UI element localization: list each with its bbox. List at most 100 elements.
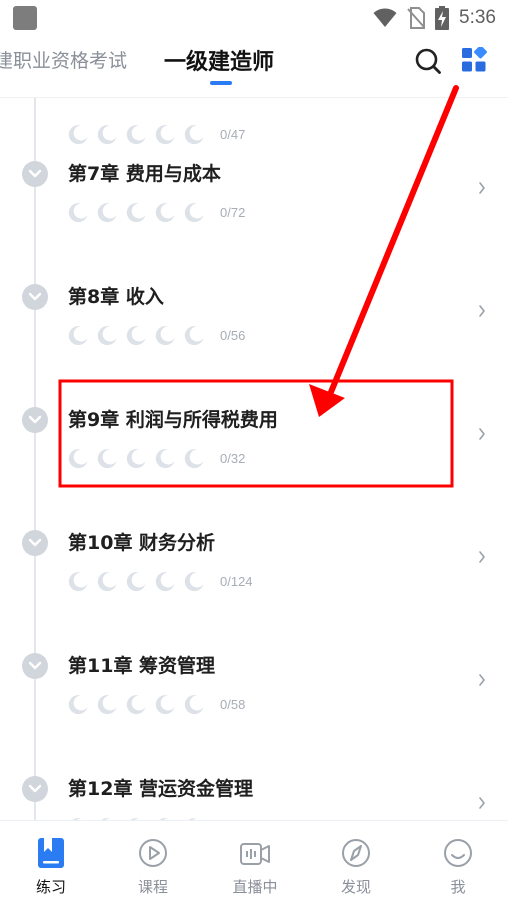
chapter-question-count: 0/72 (220, 205, 246, 220)
moon-icon (126, 449, 146, 469)
practice-book-icon (38, 838, 64, 868)
chapter-row[interactable]: 第12章 营运资金管理0/77 (0, 776, 508, 820)
chevron-right-icon[interactable] (477, 180, 487, 196)
grid-apps-icon[interactable] (461, 47, 487, 73)
moon-icon (68, 572, 88, 592)
chevron-down-icon (28, 415, 42, 424)
moon-icon (184, 449, 204, 469)
chapter-question-count: 0/47 (220, 127, 246, 142)
chevron-down-icon (28, 661, 42, 670)
chapter-question-count: 0/58 (220, 697, 246, 712)
nav-item-practice-book[interactable]: 练习 (6, 821, 96, 904)
moon-icon (184, 203, 204, 223)
chapter-row[interactable]: 第7章 费用与成本 0/72 (0, 161, 508, 283)
tab-first-class-constructor[interactable]: 一级建造师 (164, 44, 274, 76)
moon-icon (126, 326, 146, 346)
moon-icon (97, 572, 117, 592)
nav-label: 练习 (35, 878, 66, 896)
moon-icon (126, 572, 146, 592)
status-bar: 5:36 (0, 0, 508, 36)
moon-icon (184, 572, 204, 592)
chapter-question-count: 0/56 (220, 328, 246, 343)
chapter-title: 第7章 费用与成本 (68, 163, 221, 185)
progress-moons (68, 571, 205, 592)
live-video-icon (240, 843, 270, 865)
bottom-navigation: 练习 课程 直播中 发现 我 (0, 820, 508, 904)
chevron-right-icon[interactable] (477, 303, 487, 319)
moon-icon (68, 326, 88, 346)
chapter-expand-dot[interactable] (22, 530, 48, 556)
moon-icon (97, 203, 117, 223)
moon-icon (184, 695, 204, 715)
nav-item-discover-compass[interactable]: 发现 (311, 821, 401, 904)
moon-icon (126, 695, 146, 715)
status-icons: 5:36 (373, 5, 496, 31)
tab-qualification-exam[interactable]: 建职业资格考试 (0, 46, 127, 73)
search-icon[interactable] (414, 46, 442, 76)
moon-icon (126, 203, 146, 223)
profile-icon (444, 839, 472, 867)
moon-icon (155, 572, 175, 592)
chapter-question-count: 0/32 (220, 451, 246, 466)
chevron-right-icon[interactable] (477, 549, 487, 565)
chevron-right-icon[interactable] (477, 795, 487, 811)
chapter-expand-dot[interactable] (22, 776, 48, 802)
moon-icon (155, 203, 175, 223)
moon-icon (68, 125, 88, 145)
chevron-down-icon (28, 292, 42, 301)
moon-icon (126, 125, 146, 145)
chevron-right-icon[interactable] (477, 426, 487, 442)
chapter-row[interactable]: 第9章 利润与所得税费用 0/32 (0, 407, 508, 529)
moon-icon (155, 125, 175, 145)
progress-moons (68, 448, 205, 469)
chapter-row[interactable]: 第11章 筹资管理 0/58 (0, 653, 508, 775)
chapter-expand-dot[interactable] (22, 284, 48, 310)
chapter-expand-dot[interactable] (22, 161, 48, 187)
moon-icon (184, 326, 204, 346)
chapter-title: 第11章 筹资管理 (68, 655, 216, 677)
moon-icon (68, 449, 88, 469)
moon-icon (155, 326, 175, 346)
chevron-right-icon[interactable] (477, 672, 487, 688)
course-play-icon (139, 839, 167, 867)
wifi-icon (373, 8, 397, 27)
nav-item-profile[interactable]: 我 (413, 821, 503, 904)
no-sim-icon (407, 7, 426, 29)
moon-icon (184, 125, 204, 145)
nav-label: 课程 (137, 878, 168, 896)
chapter-expand-dot[interactable] (22, 407, 48, 433)
moon-icon (155, 449, 175, 469)
header: 建职业资格考试 一级建造师 (0, 36, 508, 98)
moon-icon (97, 326, 117, 346)
tab-active-indicator (210, 81, 232, 85)
nav-item-live-video[interactable]: 直播中 (210, 821, 300, 904)
progress-moons (68, 124, 205, 145)
moon-icon (68, 203, 88, 223)
app-icon (13, 6, 37, 30)
chapter-question-count: 0/124 (220, 574, 253, 589)
moon-icon (97, 449, 117, 469)
moon-icon (155, 695, 175, 715)
nav-item-course-play[interactable]: 课程 (108, 821, 198, 904)
chapter-title: 第12章 营运资金管理 (68, 778, 254, 800)
moon-icon (68, 695, 88, 715)
progress-moons (68, 325, 205, 346)
chevron-down-icon (28, 784, 42, 793)
chapter-row[interactable]: 第10章 财务分析 0/124 (0, 530, 508, 652)
nav-label: 我 (450, 878, 466, 896)
progress-moons (68, 694, 205, 715)
chevron-down-icon (28, 538, 42, 547)
nav-label: 直播中 (232, 878, 278, 896)
chapter-list: 0/47 第7章 费用与成本 0/72 第8章 收入 0/56 第9章 利润与所得税费用 0… (0, 98, 508, 820)
chapter-title: 第10章 财务分析 (68, 532, 216, 554)
chapter-expand-dot[interactable] (22, 653, 48, 679)
chapter-row[interactable]: 第8章 收入 0/56 (0, 284, 508, 406)
moon-icon (97, 695, 117, 715)
discover-compass-icon (342, 839, 370, 867)
status-time: 5:36 (459, 7, 496, 28)
progress-moons (68, 202, 205, 223)
chapter-title: 第9章 利润与所得税费用 (68, 409, 278, 431)
battery-charging-icon (435, 6, 450, 30)
moon-icon (97, 125, 117, 145)
chapter-title: 第8章 收入 (68, 286, 164, 308)
